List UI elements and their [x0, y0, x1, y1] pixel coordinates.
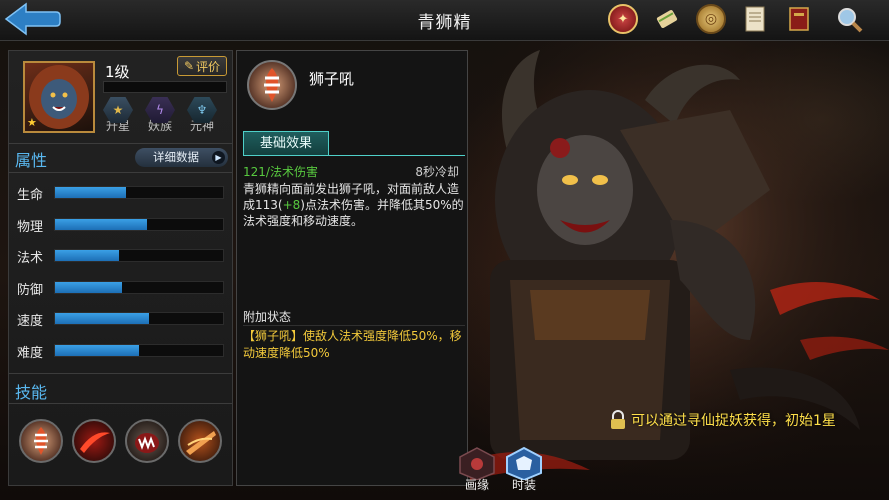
race-badge[interactable]: ϟ 妖族	[143, 97, 177, 137]
stat-bar	[54, 280, 224, 294]
stat-bar-fill	[55, 218, 148, 230]
extra-status-text: 【狮子吼】使敌人法术强度降低50%，移动速度降低50%	[243, 329, 462, 360]
stat-bar-fill	[55, 281, 123, 293]
edit-icon: ✎	[183, 59, 195, 73]
chevron-right-icon: ▶	[212, 151, 225, 164]
stat-bar-fill	[55, 250, 119, 261]
stat-label: 防御	[17, 282, 44, 298]
selected-skill-icon	[247, 60, 297, 110]
stat-label: 速度	[17, 314, 44, 329]
scroll-icon[interactable]	[652, 4, 682, 34]
stat-bar-fill	[55, 344, 139, 356]
hero-info-panel: ★ 1级 ✎ 评价 ★ 升星 ϟ 妖族 ♆ 元神 属性 详细数据 ▶ 生命物理法…	[8, 50, 233, 486]
stat-row: 物理	[9, 210, 232, 240]
hero-artwork	[470, 40, 889, 500]
stat-bar	[54, 249, 224, 262]
stat-label: 法术	[17, 251, 44, 266]
skill-description: 青狮精向面前发出狮子吼，对面前敌人造成113(+8)点法术伤害。并降低其50%的…	[243, 181, 465, 229]
stat-bar	[54, 343, 224, 357]
skills-title: 技能	[15, 383, 48, 402]
tab-label: 时装	[511, 478, 536, 492]
desc-bonus: +8	[282, 198, 301, 212]
extra-status-title: 附加状态	[243, 310, 292, 324]
coin-icon[interactable]: ◎	[696, 4, 726, 34]
skill-fang-icon[interactable]	[125, 419, 169, 463]
costume-tab-icon	[506, 446, 542, 482]
skill-cooldown: 8秒冷却	[415, 165, 459, 179]
hero-level: 1级	[105, 63, 130, 81]
top-bar: 青狮精 ✦ ◎	[0, 0, 889, 41]
stat-row: 生命	[9, 178, 232, 208]
divider	[9, 373, 232, 374]
attributes-title: 属性	[15, 151, 48, 170]
tab-basic-effect[interactable]: 基础效果	[243, 131, 329, 155]
skill-blade-icon[interactable]	[178, 419, 222, 463]
tab-underline	[243, 155, 465, 156]
stat-row: 法术	[9, 241, 232, 271]
divider	[243, 325, 465, 326]
document-icon[interactable]	[740, 4, 770, 34]
stat-bar-fill	[55, 187, 126, 198]
unlock-message: 可以通过寻仙捉妖获得，初始1星	[609, 410, 836, 430]
tab-costume[interactable]: 时装	[499, 446, 549, 496]
lock-icon	[611, 410, 625, 429]
stat-bar	[54, 217, 224, 231]
stat-row: 防御	[9, 273, 232, 303]
stat-bar-fill	[55, 313, 150, 324]
divider	[9, 143, 232, 144]
stat-row: 难度	[9, 336, 232, 366]
stat-label: 生命	[17, 188, 44, 203]
unlock-message-text: 可以通过寻仙捉妖获得，初始1星	[631, 413, 836, 429]
star-up-badge[interactable]: ★ 升星	[101, 97, 135, 137]
skill-name: 狮子吼	[309, 70, 355, 88]
divider	[9, 403, 232, 404]
detail-data-button[interactable]: 详细数据 ▶	[135, 148, 228, 167]
stat-label: 难度	[17, 345, 44, 361]
skill-red-slash-icon[interactable]	[72, 419, 116, 463]
hero-portrait[interactable]: ★	[23, 61, 95, 133]
skill-damage: 121/法术伤害	[243, 165, 318, 179]
star-icon: ★	[27, 116, 37, 129]
exp-bar	[103, 81, 227, 93]
tab-label: 画缘	[464, 478, 489, 492]
stat-row: 速度	[9, 304, 232, 334]
skill-detail-panel: 狮子吼 基础效果 121/法术伤害 8秒冷却 青狮精向面前发出狮子吼，对面前敌人…	[236, 50, 468, 486]
detail-data-label: 详细数据	[153, 150, 199, 164]
divider	[9, 172, 232, 173]
stat-bar	[54, 312, 224, 325]
seal-icon[interactable]: ✦	[608, 4, 638, 34]
fate-tab-icon	[459, 447, 495, 481]
spirit-badge[interactable]: ♆ 元神	[185, 97, 219, 137]
tab-fate[interactable]: 画缘	[452, 446, 502, 496]
stat-bar	[54, 186, 224, 199]
book-icon[interactable]	[784, 4, 814, 34]
search-icon[interactable]	[834, 4, 864, 34]
rate-button[interactable]: ✎ 评价	[177, 56, 227, 76]
skill-lion-roar-icon[interactable]	[19, 419, 63, 463]
rate-button-label: 评价	[196, 59, 221, 74]
stat-label: 物理	[17, 219, 44, 235]
